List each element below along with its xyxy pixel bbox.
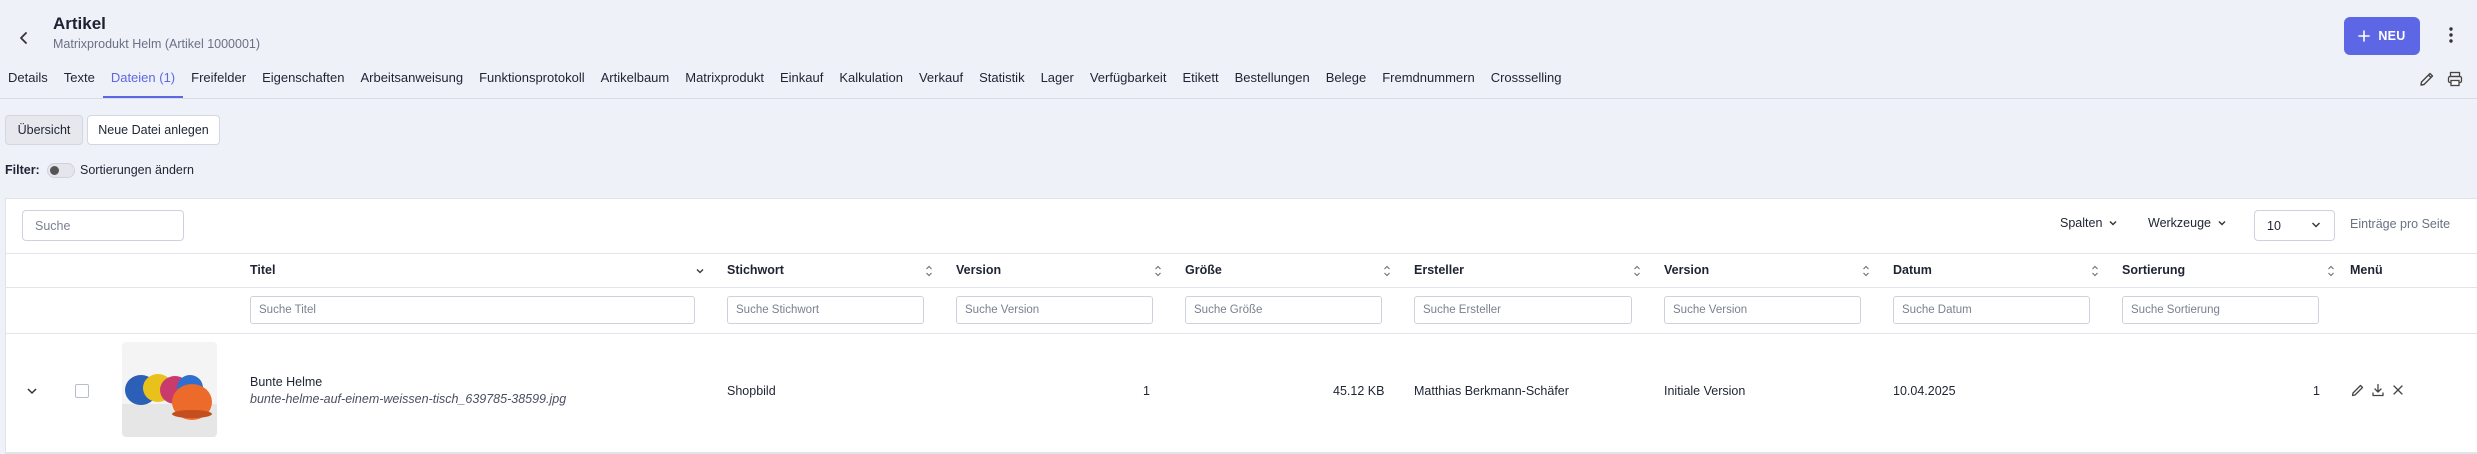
per-page-select[interactable]: 10 [2254, 210, 2335, 241]
tab-matrixprodukt[interactable]: Matrixprodukt [677, 66, 772, 98]
tab-arbeitsanweisung[interactable]: Arbeitsanweisung [352, 66, 471, 98]
sort-icon[interactable] [2090, 264, 2100, 278]
row-version-text: Initiale Version [1664, 384, 1746, 398]
tab-etikett[interactable]: Etikett [1174, 66, 1226, 98]
filter-label: Filter: [5, 163, 40, 177]
new-button-label: NEU [2378, 29, 2406, 43]
delete-x-icon[interactable] [2390, 382, 2406, 398]
tab-verkauf[interactable]: Verkauf [911, 66, 971, 98]
page-subtitle: Matrixprodukt Helm (Artikel 1000001) [53, 37, 261, 51]
tab-eigenschaften[interactable]: Eigenschaften [254, 66, 352, 98]
sort-icon[interactable] [1861, 264, 1871, 278]
tab-bar: Details Texte Dateien (1) Freifelder Eig… [0, 66, 1570, 98]
filter-ersteller-input[interactable]: Suche Ersteller [1414, 296, 1632, 324]
row-title: Bunte Helme [250, 375, 323, 389]
col-header-ersteller[interactable]: Ersteller [1414, 263, 1464, 277]
col-header-menu: Menü [2350, 263, 2383, 277]
row-stichwort: Shopbild [727, 384, 776, 398]
row-checkbox[interactable] [75, 384, 89, 398]
row-ersteller: Matthias Berkmann-Schäfer [1414, 384, 1569, 398]
col-header-groesse[interactable]: Größe [1185, 263, 1222, 277]
col-header-sortierung[interactable]: Sortierung [2122, 263, 2185, 277]
edit-icon[interactable] [2350, 382, 2366, 398]
col-header-version[interactable]: Version [956, 263, 1001, 277]
page-title: Artikel [53, 14, 106, 33]
tab-funktionsprotokoll[interactable]: Funktionsprotokoll [471, 66, 593, 98]
new-button[interactable]: NEU [2344, 17, 2420, 55]
tab-artikelbaum[interactable]: Artikelbaum [593, 66, 678, 98]
file-thumbnail[interactable] [122, 342, 217, 437]
tab-freifelder[interactable]: Freifelder [183, 66, 254, 98]
col-header-stichwort[interactable]: Stichwort [727, 263, 784, 277]
edit-pencil-icon[interactable] [2418, 70, 2436, 88]
columns-label: Spalten [2060, 216, 2103, 230]
filter-groesse-input[interactable]: Suche Größe [1185, 296, 1382, 324]
filter-row-divider [5, 333, 2477, 334]
sort-icon[interactable] [1382, 264, 1392, 278]
tab-kalkulation[interactable]: Kalkulation [831, 66, 911, 98]
sort-icon[interactable] [1632, 264, 1642, 278]
sort-toggle[interactable] [47, 163, 75, 178]
sort-icon[interactable] [2326, 264, 2336, 278]
row-filename[interactable]: bunte-helme-auf-einem-weissen-tisch_6397… [250, 392, 566, 406]
more-menu-icon[interactable] [2444, 24, 2458, 46]
row-sortierung: 1 [2313, 384, 2320, 398]
filter-datum-input[interactable]: Suche Datum [1893, 296, 2090, 324]
header-divider [5, 287, 2477, 288]
row-groesse: 45.12 KB [1333, 384, 1385, 398]
tools-dropdown[interactable]: Werkzeuge [2148, 216, 2227, 230]
tab-details[interactable]: Details [0, 66, 56, 98]
filter-titel-input[interactable]: Suche Titel [250, 296, 695, 324]
chevron-down-icon [2109, 221, 2117, 226]
sort-icon[interactable] [924, 264, 934, 278]
tab-texte[interactable]: Texte [56, 66, 103, 98]
row-version: 1 [1143, 384, 1150, 398]
chevron-down-icon [2312, 222, 2320, 228]
search-input[interactable]: Suche [22, 210, 184, 241]
download-icon[interactable] [2370, 382, 2386, 398]
tab-fremdnummern[interactable]: Fremdnummern [1374, 66, 1482, 98]
col-header-titel[interactable]: Titel [250, 263, 275, 277]
tools-label: Werkzeuge [2148, 216, 2211, 230]
tab-verfuegbarkeit[interactable]: Verfügbarkeit [1082, 66, 1175, 98]
new-file-button[interactable]: Neue Datei anlegen [87, 115, 220, 145]
expand-chevron-icon[interactable] [25, 384, 39, 398]
table-header-top-border [5, 253, 2477, 254]
back-arrow-icon[interactable] [14, 28, 34, 48]
tab-lager[interactable]: Lager [1033, 66, 1082, 98]
sort-toggle-label: Sortierungen ändern [80, 163, 194, 177]
chevron-down-icon [2218, 221, 2226, 226]
row-datum: 10.04.2025 [1893, 384, 1956, 398]
filter-version-text-input[interactable]: Suche Version [1664, 296, 1861, 324]
plus-icon [2358, 30, 2371, 42]
tab-belege[interactable]: Belege [1318, 66, 1374, 98]
files-table-panel [5, 198, 2477, 454]
filter-version-input[interactable]: Suche Version [956, 296, 1153, 324]
col-header-version-text[interactable]: Version [1664, 263, 1709, 277]
tab-bestellungen[interactable]: Bestellungen [1227, 66, 1318, 98]
per-page-label: Einträge pro Seite [2350, 217, 2451, 231]
row-divider [5, 452, 2477, 453]
filter-stichwort-input[interactable]: Suche Stichwort [727, 296, 924, 324]
tab-crossselling[interactable]: Crossselling [1483, 66, 1570, 98]
print-icon[interactable] [2446, 70, 2464, 88]
tab-bar-divider [0, 98, 2477, 99]
tab-statistik[interactable]: Statistik [971, 66, 1033, 98]
tab-einkauf[interactable]: Einkauf [772, 66, 831, 98]
columns-dropdown[interactable]: Spalten [2060, 216, 2118, 230]
filter-sortierung-input[interactable]: Suche Sortierung [2122, 296, 2319, 324]
overview-button[interactable]: Übersicht [5, 115, 83, 145]
col-header-datum[interactable]: Datum [1893, 263, 1932, 277]
sort-icon[interactable] [1153, 264, 1163, 278]
sort-desc-icon[interactable] [695, 264, 705, 278]
tab-dateien[interactable]: Dateien (1) [102, 66, 184, 98]
